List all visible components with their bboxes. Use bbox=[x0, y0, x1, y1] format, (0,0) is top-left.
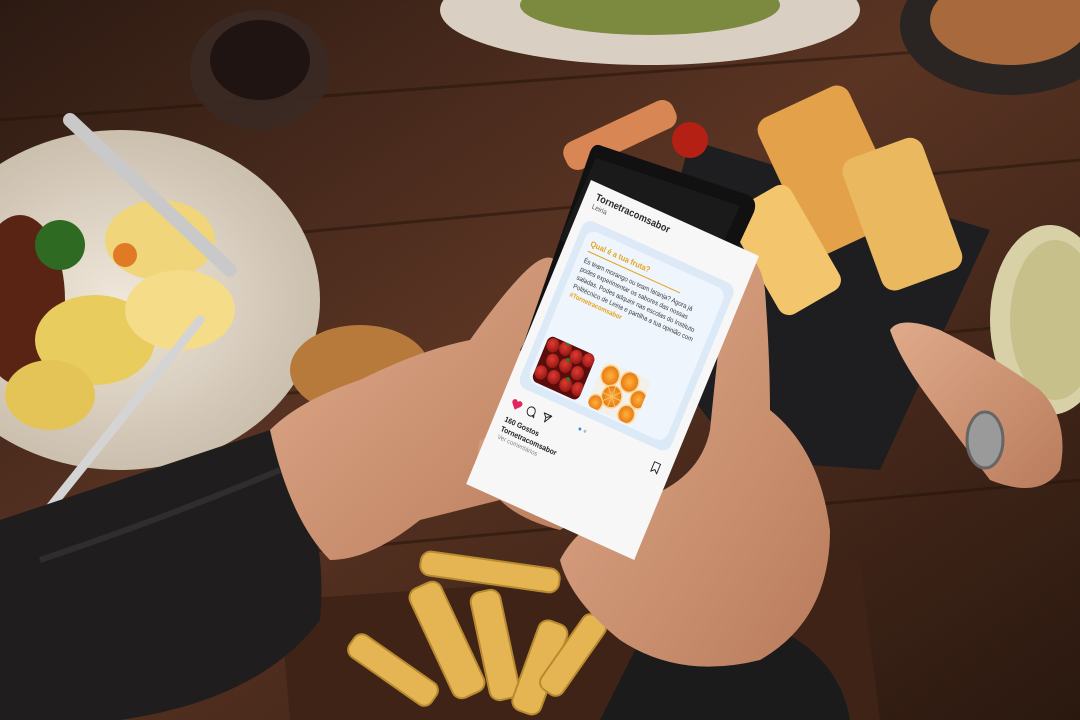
heart-icon[interactable] bbox=[507, 395, 524, 417]
post-body: És team morango ou team laranja? Agora j… bbox=[568, 256, 710, 355]
comment-icon[interactable] bbox=[523, 402, 539, 423]
share-icon[interactable] bbox=[538, 409, 554, 430]
bookmark-icon[interactable] bbox=[648, 459, 663, 480]
carousel-dot-active bbox=[578, 427, 582, 431]
